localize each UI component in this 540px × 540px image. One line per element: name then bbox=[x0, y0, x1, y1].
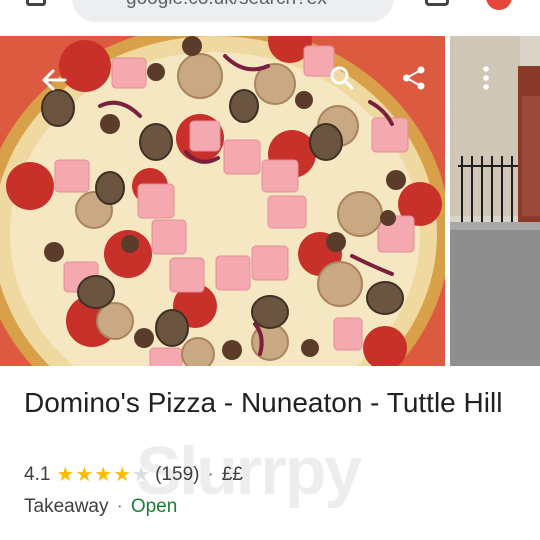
tabs-icon[interactable] bbox=[425, 0, 449, 6]
back-arrow-icon bbox=[42, 69, 67, 91]
star-icon: ★ bbox=[75, 464, 94, 486]
review-count[interactable]: (159) bbox=[155, 464, 199, 486]
separator: · bbox=[116, 496, 123, 517]
open-status: Open bbox=[130, 496, 178, 517]
star-icon: ★ bbox=[132, 464, 151, 486]
separator: · bbox=[207, 464, 214, 485]
category-row: Takeaway · Open bbox=[24, 494, 177, 520]
place-title: Domino's Pizza - Nuneaton - Tuttle Hill bbox=[24, 387, 503, 418]
star-icon: ★ bbox=[94, 464, 113, 486]
back-button[interactable] bbox=[34, 60, 74, 100]
place-category: Takeaway bbox=[24, 496, 109, 517]
browser-toolbar: google.co.uk/search?ex bbox=[0, 0, 540, 36]
star-rating: ★ ★ ★ ★ ★ bbox=[56, 465, 151, 485]
home-icon[interactable] bbox=[26, 0, 46, 6]
share-icon bbox=[403, 66, 425, 90]
search-icon bbox=[330, 66, 354, 90]
avatar[interactable] bbox=[486, 0, 512, 10]
photo-gallery[interactable] bbox=[0, 36, 540, 366]
rating-row[interactable]: 4.1 ★ ★ ★ ★ ★ (159) · ££ bbox=[24, 462, 243, 488]
share-button[interactable] bbox=[394, 58, 434, 98]
more-vert-icon bbox=[483, 66, 489, 90]
search-button[interactable] bbox=[322, 58, 362, 98]
street-photo[interactable] bbox=[450, 36, 540, 366]
pizza-photo[interactable] bbox=[0, 36, 445, 366]
price-level: ££ bbox=[221, 464, 243, 485]
more-options-button[interactable] bbox=[466, 58, 506, 98]
address-text[interactable]: google.co.uk/search?ex bbox=[126, 0, 327, 10]
star-icon: ★ bbox=[56, 464, 75, 486]
star-icon: ★ bbox=[113, 464, 132, 486]
rating-value: 4.1 bbox=[24, 464, 51, 485]
